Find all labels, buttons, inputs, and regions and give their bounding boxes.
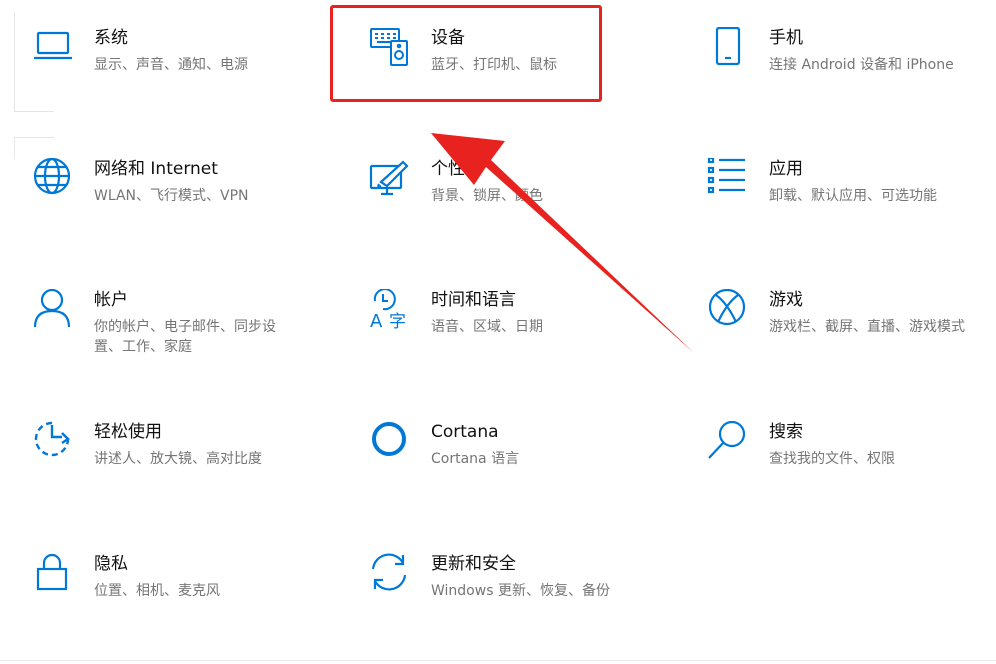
annotation-arrow-icon [431,133,694,353]
